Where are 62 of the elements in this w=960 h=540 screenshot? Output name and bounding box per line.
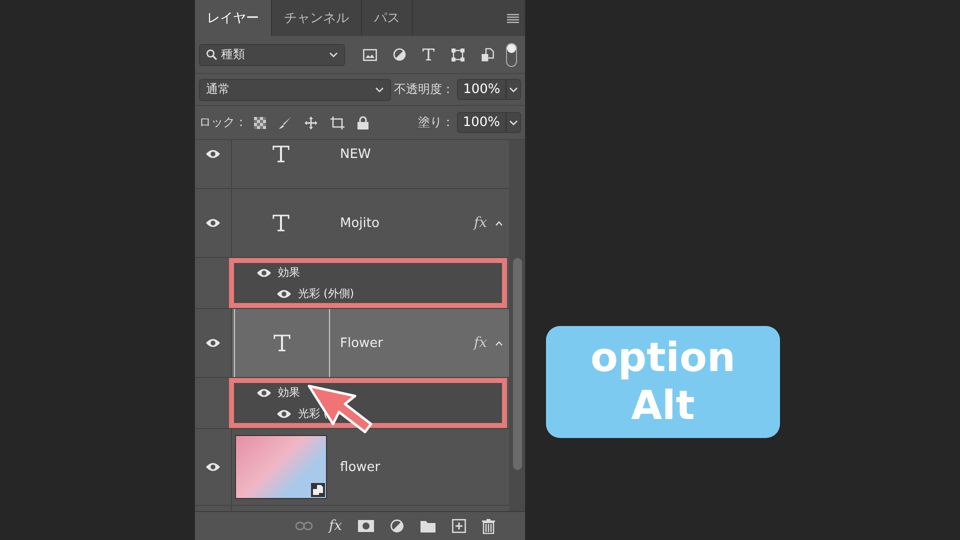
layer-name: NEW <box>340 146 371 162</box>
layer-row[interactable]: NEW <box>195 140 509 189</box>
type-icon[interactable] <box>422 48 435 61</box>
caret-icon[interactable] <box>495 220 503 226</box>
text-layer-icon <box>272 214 290 232</box>
move-icon[interactable] <box>304 116 318 130</box>
chevron-icon <box>509 120 518 126</box>
fx-indicator: fx <box>474 335 487 351</box>
smart-object-icon[interactable] <box>481 48 494 62</box>
caret-icon[interactable] <box>495 340 503 346</box>
eye-icon[interactable] <box>276 288 292 298</box>
crop-icon[interactable] <box>330 116 345 130</box>
opacity-dropdown-button[interactable] <box>506 79 521 100</box>
eye-icon[interactable] <box>205 338 221 348</box>
checker-icon[interactable] <box>254 116 266 128</box>
text-layer-icon <box>273 334 291 352</box>
fill-field[interactable]: 100% <box>456 112 506 133</box>
menu-icon[interactable] <box>507 14 519 22</box>
panel-tab[interactable]: レイヤー <box>195 0 272 36</box>
effect-label[interactable]: 効果 <box>278 385 300 400</box>
text-layer-icon <box>272 145 290 163</box>
image-icon[interactable] <box>363 48 377 60</box>
filter-dropdown[interactable]: 種類 <box>199 44 345 66</box>
mask-icon[interactable] <box>358 520 374 532</box>
new-layer-icon[interactable] <box>452 519 466 533</box>
eye-icon[interactable] <box>205 218 221 228</box>
half-circle-icon[interactable] <box>390 519 404 533</box>
layer-name: Mojito <box>340 216 380 230</box>
smart-object-badge-icon <box>311 483 325 497</box>
half-circle-icon[interactable] <box>393 48 406 61</box>
transform-icon[interactable] <box>451 48 465 62</box>
eye-icon[interactable] <box>205 462 221 472</box>
trash-icon[interactable] <box>482 518 495 534</box>
eye-icon[interactable] <box>256 388 272 398</box>
fx-button[interactable]: fx <box>328 518 342 534</box>
effect-label[interactable]: 効果 <box>278 265 300 280</box>
layer-row[interactable]: flower <box>195 429 509 506</box>
lock-icon[interactable] <box>357 116 369 130</box>
chevron-icon <box>375 86 384 92</box>
chevron-icon <box>509 86 518 92</box>
key-name: Alt <box>631 382 695 430</box>
fx-indicator: fx <box>474 215 487 231</box>
eye-icon[interactable] <box>205 149 221 159</box>
blend-mode-dropdown[interactable]: 通常 <box>199 78 392 100</box>
effect-label[interactable]: 光彩 (外側) <box>298 286 354 301</box>
fill-label: 塗り： <box>418 114 454 131</box>
key-name: option <box>590 334 736 382</box>
scrollbar-thumb[interactable] <box>512 258 522 470</box>
eye-icon[interactable] <box>256 268 272 278</box>
opacity-label: 不透明度： <box>394 81 454 98</box>
layer-name: flower <box>340 460 380 474</box>
search-icon <box>206 49 217 60</box>
fill-dropdown-button[interactable] <box>506 112 521 133</box>
lock-label: ロック： <box>199 114 247 131</box>
eye-icon[interactable] <box>276 408 292 418</box>
folder-icon[interactable] <box>420 520 436 532</box>
layer-name: Flower <box>340 336 384 350</box>
opacity-field[interactable]: 100% <box>457 79 506 100</box>
filter-toggle[interactable] <box>506 42 517 66</box>
chevron-icon <box>329 52 338 58</box>
layer-row[interactable]: Flower fx <box>195 309 509 378</box>
brush-icon[interactable] <box>278 116 292 130</box>
